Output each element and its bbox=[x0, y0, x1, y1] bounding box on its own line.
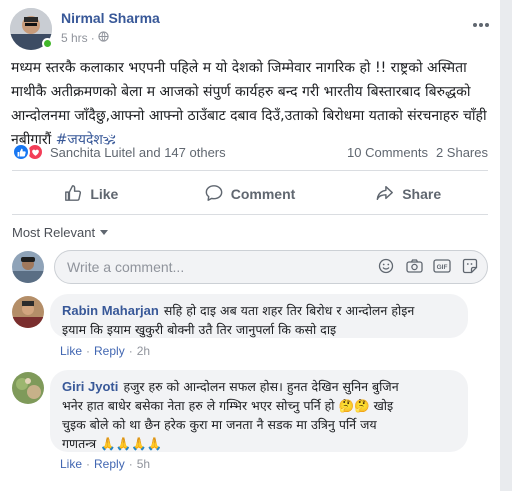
composer-icons: GIF bbox=[377, 257, 479, 275]
comment-button-label: Comment bbox=[230, 186, 296, 202]
reactions-summary[interactable]: Sanchita Luitel and 147 others bbox=[12, 143, 226, 161]
caret-down-icon bbox=[100, 230, 109, 235]
globe-icon bbox=[98, 31, 109, 45]
comment-actions: Like · Reply · 5h bbox=[60, 457, 151, 471]
post-card: Nirmal Sharma 5 hrs · मध्यम स्तरकै कलाका… bbox=[0, 0, 500, 491]
online-status-indicator bbox=[42, 38, 53, 49]
engagement-counts: 10 Comments 2 Shares bbox=[347, 145, 488, 160]
comment-text: सहि हो दाइ अब यता शहर तिर बिरोध र आन्दोल… bbox=[163, 303, 415, 318]
post-meta: 5 hrs · bbox=[61, 31, 109, 45]
comment-button[interactable]: Comment bbox=[171, 176, 330, 212]
divider bbox=[12, 214, 488, 215]
divider bbox=[12, 170, 488, 171]
commenter-avatar[interactable] bbox=[12, 372, 44, 404]
comment-timestamp[interactable]: 5h bbox=[137, 457, 150, 471]
post-actions: Like Comment Share bbox=[12, 176, 488, 212]
comment-text: हजुर हरु को आन्दोलन सफल होस। हुनत देखिन … bbox=[123, 379, 399, 394]
shares-count[interactable]: 2 Shares bbox=[436, 145, 488, 160]
comment-actions: Like · Reply · 2h bbox=[60, 344, 151, 358]
emoji-icon[interactable] bbox=[377, 257, 395, 275]
comment-sort-dropdown[interactable]: Most Relevant bbox=[12, 225, 109, 240]
comment-timestamp[interactable]: 2h bbox=[137, 344, 150, 358]
like-button-label: Like bbox=[90, 186, 119, 202]
svg-text:GIF: GIF bbox=[437, 264, 448, 271]
comment-like-link[interactable]: Like bbox=[60, 344, 82, 358]
comment-text: भनेर हात बाधेर बसेका नेता हरु ले गम्भिर … bbox=[62, 398, 394, 413]
comment-bubble: Rabin Maharjan सहि हो दाइ अब यता शहर तिर… bbox=[50, 294, 468, 338]
comment-bubble-icon bbox=[205, 184, 223, 205]
share-button[interactable]: Share bbox=[329, 176, 488, 212]
comment-text: गणतन्त्र 🙏🙏🙏🙏 bbox=[62, 436, 163, 451]
share-button-label: Share bbox=[402, 186, 442, 202]
comment-composer: GIF bbox=[54, 250, 488, 284]
reactions-text[interactable]: Sanchita Luitel and 147 others bbox=[50, 145, 226, 160]
comment-text: चुइक बोले को था छैन हरेक कुरा मा जनता नै… bbox=[62, 417, 377, 432]
comment-sort-label: Most Relevant bbox=[12, 225, 96, 240]
comments-count[interactable]: 10 Comments bbox=[347, 145, 428, 160]
sticker-icon[interactable] bbox=[461, 257, 479, 275]
like-reaction-icon bbox=[12, 143, 30, 161]
comment-like-link[interactable]: Like bbox=[60, 457, 82, 471]
gif-icon[interactable]: GIF bbox=[433, 257, 451, 275]
more-options-icon[interactable] bbox=[472, 12, 490, 33]
current-user-avatar[interactable] bbox=[12, 251, 44, 283]
post-body: मध्यम स्तरकै कलाकार भएपनी पहिले म यो देश… bbox=[11, 56, 491, 152]
comment-bubble: Giri Jyoti हजुर हरु को आन्दोलन सफल होस। … bbox=[50, 370, 468, 452]
like-button[interactable]: Like bbox=[12, 176, 171, 212]
comment-author[interactable]: Giri Jyoti bbox=[62, 379, 118, 394]
commenter-avatar[interactable] bbox=[12, 296, 44, 328]
comment-reply-link[interactable]: Reply bbox=[94, 344, 125, 358]
thumbs-up-icon bbox=[64, 184, 82, 205]
post-timestamp[interactable]: 5 hrs bbox=[61, 31, 88, 45]
camera-icon[interactable] bbox=[405, 257, 423, 275]
comment-reply-link[interactable]: Reply bbox=[94, 457, 125, 471]
share-arrow-icon bbox=[376, 184, 394, 205]
comment-text: इयाम कि इयाम खुकुरी बोक्नी उतै तिर जानुप… bbox=[62, 322, 337, 337]
comment-author[interactable]: Rabin Maharjan bbox=[62, 303, 159, 318]
comment-input[interactable] bbox=[67, 259, 367, 275]
post-author-name[interactable]: Nirmal Sharma bbox=[61, 10, 160, 26]
